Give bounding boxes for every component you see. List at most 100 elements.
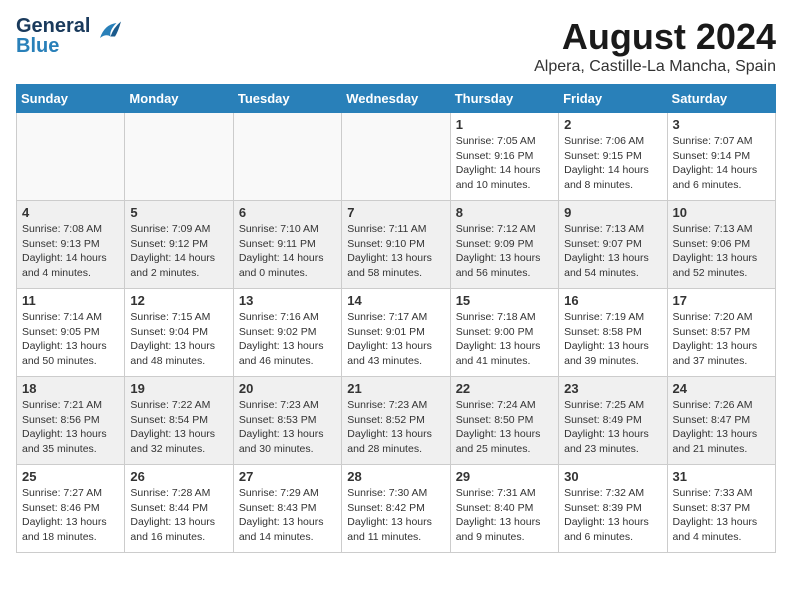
calendar-cell: 11 Sunrise: 7:14 AMSunset: 9:05 PMDayligh… — [17, 289, 125, 377]
cell-content: Sunrise: 7:21 AMSunset: 8:56 PMDaylight:… — [22, 398, 119, 457]
calendar-cell: 5 Sunrise: 7:09 AMSunset: 9:12 PMDaylight… — [125, 201, 233, 289]
day-header-thursday: Thursday — [450, 85, 558, 113]
calendar-cell: 18 Sunrise: 7:21 AMSunset: 8:56 PMDayligh… — [17, 377, 125, 465]
calendar-cell: 28 Sunrise: 7:30 AMSunset: 8:42 PMDayligh… — [342, 465, 450, 553]
calendar-cell — [233, 113, 341, 201]
calendar-cell: 20 Sunrise: 7:23 AMSunset: 8:53 PMDayligh… — [233, 377, 341, 465]
week-row-2: 4 Sunrise: 7:08 AMSunset: 9:13 PMDaylight… — [17, 201, 776, 289]
logo-blue-text: Blue — [16, 36, 59, 56]
cell-content: Sunrise: 7:26 AMSunset: 8:47 PMDaylight:… — [673, 398, 770, 457]
week-row-1: 1 Sunrise: 7:05 AMSunset: 9:16 PMDaylight… — [17, 113, 776, 201]
calendar-cell: 31Sunrise: 7:33 AMSunset: 8:37 PMDayligh… — [667, 465, 775, 553]
calendar-cell: 25 Sunrise: 7:27 AMSunset: 8:46 PMDayligh… — [17, 465, 125, 553]
calendar-cell: 12Sunrise: 7:15 AMSunset: 9:04 PMDayligh… — [125, 289, 233, 377]
day-number: 14 — [347, 293, 444, 308]
calendar-cell: 13 Sunrise: 7:16 AMSunset: 9:02 PMDayligh… — [233, 289, 341, 377]
cell-content: Sunrise: 7:08 AMSunset: 9:13 PMDaylight:… — [22, 222, 119, 281]
cell-content: Sunrise: 7:25 AMSunset: 8:49 PMDaylight:… — [564, 398, 661, 457]
cell-content: Sunrise: 7:31 AMSunset: 8:40 PMDaylight:… — [456, 486, 553, 545]
day-number: 13 — [239, 293, 336, 308]
cell-content: Sunrise: 7:09 AMSunset: 9:12 PMDaylight:… — [130, 222, 227, 281]
day-number: 12 — [130, 293, 227, 308]
calendar-cell: 15 Sunrise: 7:18 AMSunset: 9:00 PMDayligh… — [450, 289, 558, 377]
cell-content: Sunrise: 7:13 AMSunset: 9:07 PMDaylight:… — [564, 222, 661, 281]
day-number: 29 — [456, 469, 553, 484]
calendar-cell — [342, 113, 450, 201]
cell-content: Sunrise: 7:17 AMSunset: 9:01 PMDaylight:… — [347, 310, 444, 369]
day-number: 7 — [347, 205, 444, 220]
day-number: 20 — [239, 381, 336, 396]
calendar-cell: 16 Sunrise: 7:19 AMSunset: 8:58 PMDayligh… — [559, 289, 667, 377]
day-number: 24 — [673, 381, 770, 396]
logo: General Blue — [16, 16, 124, 56]
calendar-cell: 21Sunrise: 7:23 AMSunset: 8:52 PMDayligh… — [342, 377, 450, 465]
day-number: 5 — [130, 205, 227, 220]
calendar-cell: 23 Sunrise: 7:25 AMSunset: 8:49 PMDayligh… — [559, 377, 667, 465]
calendar-cell: 9 Sunrise: 7:13 AMSunset: 9:07 PMDaylight… — [559, 201, 667, 289]
day-number: 23 — [564, 381, 661, 396]
day-number: 17 — [673, 293, 770, 308]
day-number: 9 — [564, 205, 661, 220]
calendar-cell: 4 Sunrise: 7:08 AMSunset: 9:13 PMDaylight… — [17, 201, 125, 289]
calendar-cell: 19 Sunrise: 7:22 AMSunset: 8:54 PMDayligh… — [125, 377, 233, 465]
day-number: 27 — [239, 469, 336, 484]
cell-content: Sunrise: 7:07 AMSunset: 9:14 PMDaylight:… — [673, 134, 770, 193]
calendar-cell: 27Sunrise: 7:29 AMSunset: 8:43 PMDayligh… — [233, 465, 341, 553]
day-number: 6 — [239, 205, 336, 220]
cell-content: Sunrise: 7:27 AMSunset: 8:46 PMDaylight:… — [22, 486, 119, 545]
title-area: August 2024 Alpera, Castille-La Mancha, … — [534, 16, 776, 76]
day-number: 11 — [22, 293, 119, 308]
calendar-table: SundayMondayTuesdayWednesdayThursdayFrid… — [16, 84, 776, 553]
week-row-5: 25 Sunrise: 7:27 AMSunset: 8:46 PMDayligh… — [17, 465, 776, 553]
cell-content: Sunrise: 7:28 AMSunset: 8:44 PMDaylight:… — [130, 486, 227, 545]
calendar-cell: 14 Sunrise: 7:17 AMSunset: 9:01 PMDayligh… — [342, 289, 450, 377]
day-number: 30 — [564, 469, 661, 484]
calendar-cell: 22Sunrise: 7:24 AMSunset: 8:50 PMDayligh… — [450, 377, 558, 465]
calendar-cell: 10Sunrise: 7:13 AMSunset: 9:06 PMDayligh… — [667, 201, 775, 289]
day-number: 16 — [564, 293, 661, 308]
day-number: 10 — [673, 205, 770, 220]
days-header-row: SundayMondayTuesdayWednesdayThursdayFrid… — [17, 85, 776, 113]
day-number: 26 — [130, 469, 227, 484]
day-number: 28 — [347, 469, 444, 484]
calendar-cell — [125, 113, 233, 201]
day-header-saturday: Saturday — [667, 85, 775, 113]
calendar-cell: 7 Sunrise: 7:11 AMSunset: 9:10 PMDaylight… — [342, 201, 450, 289]
calendar-cell: 1 Sunrise: 7:05 AMSunset: 9:16 PMDaylight… — [450, 113, 558, 201]
calendar-cell: 29 Sunrise: 7:31 AMSunset: 8:40 PMDayligh… — [450, 465, 558, 553]
cell-content: Sunrise: 7:23 AMSunset: 8:52 PMDaylight:… — [347, 398, 444, 457]
cell-content: Sunrise: 7:16 AMSunset: 9:02 PMDaylight:… — [239, 310, 336, 369]
day-header-tuesday: Tuesday — [233, 85, 341, 113]
day-header-sunday: Sunday — [17, 85, 125, 113]
day-number: 8 — [456, 205, 553, 220]
logo-general-text: General — [16, 16, 90, 36]
cell-content: Sunrise: 7:20 AMSunset: 8:57 PMDaylight:… — [673, 310, 770, 369]
cell-content: Sunrise: 7:05 AMSunset: 9:16 PMDaylight:… — [456, 134, 553, 193]
day-number: 4 — [22, 205, 119, 220]
calendar-cell — [17, 113, 125, 201]
day-number: 1 — [456, 117, 553, 132]
day-number: 19 — [130, 381, 227, 396]
calendar-cell: 3Sunrise: 7:07 AMSunset: 9:14 PMDaylight… — [667, 113, 775, 201]
calendar-cell: 2Sunrise: 7:06 AMSunset: 9:15 PMDaylight… — [559, 113, 667, 201]
cell-content: Sunrise: 7:18 AMSunset: 9:00 PMDaylight:… — [456, 310, 553, 369]
cell-content: Sunrise: 7:30 AMSunset: 8:42 PMDaylight:… — [347, 486, 444, 545]
cell-content: Sunrise: 7:19 AMSunset: 8:58 PMDaylight:… — [564, 310, 661, 369]
logo-bird-icon — [94, 17, 124, 52]
cell-content: Sunrise: 7:22 AMSunset: 8:54 PMDaylight:… — [130, 398, 227, 457]
day-header-friday: Friday — [559, 85, 667, 113]
cell-content: Sunrise: 7:11 AMSunset: 9:10 PMDaylight:… — [347, 222, 444, 281]
calendar-cell: 24 Sunrise: 7:26 AMSunset: 8:47 PMDayligh… — [667, 377, 775, 465]
cell-content: Sunrise: 7:14 AMSunset: 9:05 PMDaylight:… — [22, 310, 119, 369]
week-row-4: 18 Sunrise: 7:21 AMSunset: 8:56 PMDayligh… — [17, 377, 776, 465]
day-number: 22 — [456, 381, 553, 396]
cell-content: Sunrise: 7:23 AMSunset: 8:53 PMDaylight:… — [239, 398, 336, 457]
day-header-monday: Monday — [125, 85, 233, 113]
calendar-cell: 8Sunrise: 7:12 AMSunset: 9:09 PMDaylight… — [450, 201, 558, 289]
day-number: 15 — [456, 293, 553, 308]
week-row-3: 11 Sunrise: 7:14 AMSunset: 9:05 PMDayligh… — [17, 289, 776, 377]
day-number: 25 — [22, 469, 119, 484]
cell-content: Sunrise: 7:06 AMSunset: 9:15 PMDaylight:… — [564, 134, 661, 193]
month-year-title: August 2024 — [534, 16, 776, 58]
day-number: 18 — [22, 381, 119, 396]
